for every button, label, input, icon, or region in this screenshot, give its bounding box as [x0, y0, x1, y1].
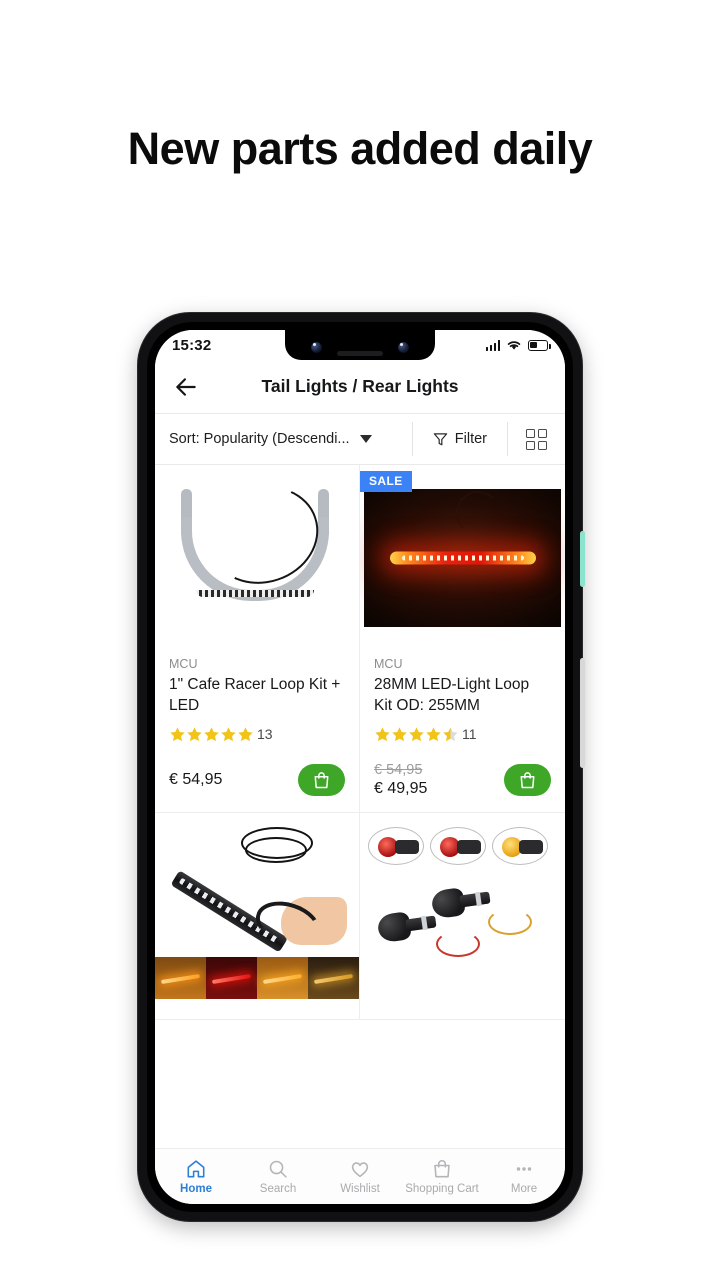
add-to-cart-button[interactable]	[504, 764, 551, 796]
product-grid: MCU 1" Cafe Racer Loop Kit + LED 13 € 54…	[155, 465, 565, 1020]
volume-button[interactable]	[580, 658, 585, 768]
sort-label: Sort: Popularity (Descendi...	[169, 431, 350, 447]
status-indicators	[485, 339, 551, 351]
tab-label: Wishlist	[340, 1183, 380, 1195]
tab-label: More	[510, 1183, 538, 1195]
app-bar: Tail Lights / Rear Lights	[155, 360, 565, 413]
wifi-icon	[507, 341, 521, 350]
cellular-signal-icon	[485, 339, 500, 351]
sort-filter-toolbar: Sort: Popularity (Descendi... Filter	[155, 413, 565, 465]
phone-mockup: 15:32 Tail Lights / Rear Lights Sort: Po…	[138, 313, 585, 1221]
home-icon	[187, 1160, 205, 1178]
product-price-row: € 54,95 € 49,95	[360, 758, 565, 802]
product-price-row: € 54,95	[155, 758, 359, 802]
shopping-bag-icon	[520, 772, 535, 789]
phone-notch	[285, 330, 435, 360]
sale-badge: SALE	[360, 471, 412, 492]
shopping-bag-icon	[314, 772, 329, 789]
review-count: 11	[462, 726, 477, 742]
tab-wishlist[interactable]: Wishlist	[319, 1158, 401, 1195]
product-rating: 11	[374, 724, 551, 744]
review-count: 13	[257, 726, 273, 742]
product-image[interactable]: SALE	[360, 465, 565, 651]
grid-view-icon	[526, 428, 547, 450]
tab-label: Shopping Cart	[405, 1183, 479, 1195]
tab-home[interactable]: Home	[155, 1158, 237, 1195]
product-card[interactable]	[360, 813, 565, 1020]
phone-bezel: 15:32 Tail Lights / Rear Lights Sort: Po…	[147, 322, 573, 1212]
funnel-icon	[433, 432, 447, 445]
tab-search[interactable]: Search	[237, 1158, 319, 1195]
front-camera-secondary-icon	[398, 342, 409, 353]
battery-icon	[528, 339, 551, 351]
heart-icon	[351, 1162, 369, 1178]
filter-label: Filter	[454, 431, 487, 447]
back-arrow-icon[interactable]	[173, 374, 199, 400]
page-root: New parts added daily 15:32 Tail Lights …	[0, 0, 720, 1280]
product-card[interactable]: SALE MCU 28MM LED-Light Loop Kit OD: 255…	[360, 465, 565, 813]
product-thumbnail-strip	[155, 957, 359, 999]
product-image[interactable]	[155, 465, 359, 651]
app-bar-title: Tail Lights / Rear Lights	[261, 376, 459, 396]
tab-label: Home	[180, 1183, 212, 1195]
product-price: € 49,95	[374, 780, 428, 797]
product-card[interactable]	[155, 813, 360, 1020]
search-icon	[269, 1160, 287, 1178]
product-title: 1" Cafe Racer Loop Kit + LED	[169, 676, 341, 714]
star-rating-icon	[169, 726, 254, 743]
sort-dropdown[interactable]: Sort: Popularity (Descendi...	[155, 431, 412, 447]
shopping-bag-icon	[434, 1160, 450, 1178]
tab-label: Search	[259, 1183, 297, 1195]
star-rating-icon	[374, 726, 459, 743]
product-old-price: € 54,95	[374, 762, 423, 778]
product-brand: MCU	[169, 657, 198, 671]
tab-more[interactable]: More	[483, 1158, 565, 1195]
grid-view-button[interactable]	[508, 428, 565, 450]
status-clock: 15:32	[172, 336, 212, 354]
power-button[interactable]	[580, 531, 585, 587]
tab-shopping-cart[interactable]: Shopping Cart	[401, 1158, 483, 1195]
add-to-cart-button[interactable]	[298, 764, 345, 796]
product-card[interactable]: MCU 1" Cafe Racer Loop Kit + LED 13 € 54…	[155, 465, 360, 813]
chevron-down-icon	[359, 435, 372, 443]
product-title: 28MM LED-Light Loop Kit OD: 255MM	[374, 676, 530, 714]
product-rating: 13	[169, 724, 345, 744]
page-title: New parts added daily	[127, 123, 593, 174]
front-camera-icon	[311, 342, 322, 353]
product-image[interactable]	[155, 813, 359, 999]
earpiece-speaker	[337, 351, 383, 356]
filter-button[interactable]: Filter	[413, 431, 507, 447]
product-price: € 54,95	[169, 771, 223, 788]
ellipsis-icon	[516, 1167, 532, 1171]
phone-screen: 15:32 Tail Lights / Rear Lights Sort: Po…	[155, 330, 565, 1204]
product-brand: MCU	[374, 657, 403, 671]
product-image[interactable]	[360, 813, 565, 999]
bottom-tab-bar: Home Search Wishlist Shopping Cart More	[155, 1148, 565, 1204]
